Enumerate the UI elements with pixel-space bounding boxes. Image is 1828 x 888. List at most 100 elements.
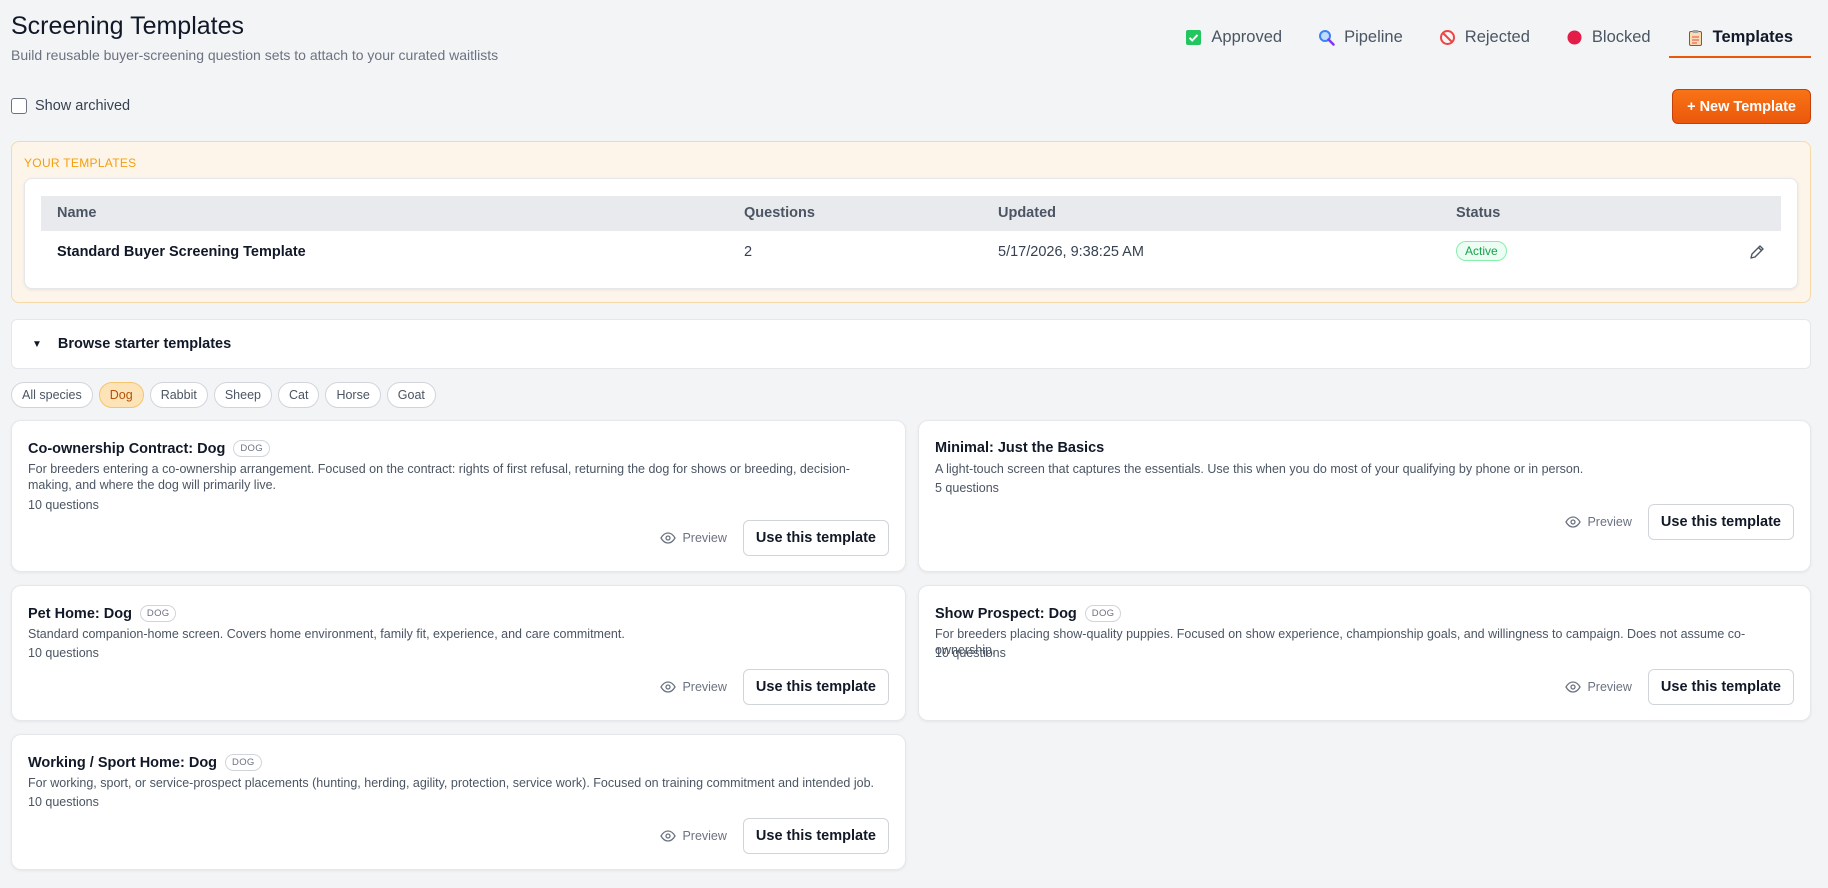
preview-button[interactable]: Preview (660, 531, 727, 545)
pencil-edit-icon[interactable] (1748, 243, 1766, 261)
preview-label: Preview (682, 680, 727, 694)
tab-label: Pipeline (1344, 27, 1403, 46)
card-question-count: 10 questions (28, 498, 99, 512)
card-title-text: Working / Sport Home: Dog (28, 754, 218, 771)
card-question-count: 5 questions (935, 481, 999, 495)
starter-template-card: Working / Sport Home: Dog DOG For workin… (11, 734, 906, 870)
section-label: YOUR TEMPLATES (24, 156, 137, 170)
use-template-button[interactable]: Use this template (1647, 669, 1794, 705)
new-template-button[interactable]: + New Template (1672, 89, 1811, 124)
use-template-button[interactable]: Use this template (742, 818, 889, 854)
card-question-count: 10 questions (28, 646, 99, 660)
template-name[interactable]: Standard Buyer Screening Template (57, 244, 306, 260)
caret-down-icon: ▼ (32, 338, 42, 350)
page-subtitle: Build reusable buyer-screening question … (11, 47, 499, 63)
use-template-button[interactable]: Use this template (1647, 504, 1794, 540)
tab-label: Rejected (1464, 27, 1530, 46)
card-title: Pet Home: Dog DOG (28, 605, 177, 622)
card-description: For working, sport, or service-prospect … (28, 776, 874, 790)
column-header-name: Name (57, 205, 97, 221)
prohibited-icon (1439, 29, 1455, 45)
starter-template-card: Co-ownership Contract: Dog DOG For breed… (11, 420, 906, 572)
preview-button[interactable]: Preview (660, 680, 727, 694)
preview-button[interactable]: Preview (660, 829, 727, 843)
column-header-updated: Updated (998, 205, 1056, 221)
species-badge: DOG (1084, 605, 1122, 622)
card-title-text: Minimal: Just the Basics (935, 440, 1105, 456)
tab-rejected[interactable]: Rejected (1421, 18, 1548, 58)
show-archived-label: Show archived (35, 98, 131, 114)
preview-label: Preview (1587, 680, 1632, 694)
column-header-status: Status (1456, 205, 1501, 221)
species-filter-chips: All species Dog Rabbit Sheep Cat Horse G… (11, 382, 436, 408)
preview-label: Preview (1587, 515, 1632, 529)
filter-chip-goat[interactable]: Goat (386, 382, 436, 408)
filter-chip-rabbit[interactable]: Rabbit (149, 382, 208, 408)
table-row[interactable]: Standard Buyer Screening Template 2 5/17… (41, 231, 1781, 273)
preview-button[interactable]: Preview (1565, 680, 1632, 694)
card-title: Working / Sport Home: Dog DOG (28, 754, 262, 771)
card-title-text: Pet Home: Dog (28, 605, 132, 622)
card-description: Standard companion-home screen. Covers h… (28, 627, 625, 641)
species-badge: DOG (139, 605, 177, 622)
red-circle-icon (1567, 30, 1582, 44)
question-count: 2 (744, 244, 753, 260)
card-actions: Preview Use this template (660, 520, 889, 556)
column-header-questions: Questions (744, 205, 815, 221)
your-templates-section: YOUR TEMPLATES Name Questions Updated St… (11, 141, 1811, 303)
preview-button[interactable]: Preview (1565, 515, 1632, 529)
screening-templates-page: Screening Templates Build reusable buyer… (11, 0, 1811, 888)
card-actions: Preview Use this template (660, 818, 889, 854)
tab-templates[interactable]: Templates (1668, 18, 1811, 58)
tab-blocked[interactable]: Blocked (1548, 18, 1669, 58)
starter-template-card: Show Prospect: Dog DOG For breeders plac… (918, 585, 1811, 721)
filter-chip-all-species[interactable]: All species (11, 382, 93, 408)
preview-label: Preview (682, 829, 727, 843)
magnifier-icon (1319, 29, 1335, 46)
starter-template-card: Minimal: Just the Basics A light-touch s… (918, 420, 1811, 572)
tab-label: Templates (1712, 27, 1793, 46)
updated-timestamp: 5/17/2026, 9:38:25 AM (998, 244, 1144, 260)
filter-chip-cat[interactable]: Cat (277, 382, 320, 408)
show-archived-toggle[interactable]: Show archived (11, 98, 130, 114)
tab-pipeline[interactable]: Pipeline (1300, 18, 1421, 58)
eye-icon (1565, 516, 1582, 528)
tab-approved[interactable]: Approved (1167, 18, 1300, 58)
your-templates-table: Name Questions Updated Status Standard B… (24, 178, 1798, 289)
card-description: A light-touch screen that captures the e… (935, 462, 1584, 476)
species-badge: DOG (225, 754, 262, 771)
card-actions: Preview Use this template (1565, 504, 1794, 540)
clipboard-icon (1688, 29, 1702, 46)
species-badge: DOG (233, 440, 270, 457)
card-title: Minimal: Just the Basics (935, 440, 1104, 456)
status-badge: Active (1456, 241, 1507, 261)
card-description: For breeders entering a co-ownership arr… (28, 462, 850, 492)
card-question-count: 10 questions (935, 646, 1006, 660)
card-description: For breeders placing show-quality puppie… (935, 627, 1746, 657)
card-title: Show Prospect: Dog DOG (935, 605, 1122, 622)
show-archived-checkbox[interactable] (11, 98, 27, 114)
eye-icon (660, 532, 677, 544)
status-tabs: Approved Pipeline Rejected Blocked Templ… (1167, 18, 1811, 58)
use-template-button[interactable]: Use this template (742, 520, 889, 556)
tab-label: Blocked (1591, 27, 1651, 46)
card-title-text: Co-ownership Contract: Dog (28, 440, 226, 457)
eye-icon (660, 681, 677, 693)
eye-icon (660, 830, 677, 842)
browse-label: Browse starter templates (57, 336, 232, 352)
filter-chip-sheep[interactable]: Sheep (213, 382, 272, 408)
card-title: Co-ownership Contract: Dog DOG (28, 440, 270, 457)
card-actions: Preview Use this template (1565, 669, 1794, 705)
table-header: Name Questions Updated Status (41, 196, 1781, 231)
card-actions: Preview Use this template (660, 669, 889, 705)
page-title: Screening Templates (11, 12, 245, 40)
starter-template-card: Pet Home: Dog DOG Standard companion-hom… (11, 585, 906, 721)
filter-chip-dog[interactable]: Dog (98, 382, 144, 408)
filter-chip-horse[interactable]: Horse (325, 382, 381, 408)
preview-label: Preview (682, 531, 727, 545)
browse-starter-templates-toggle[interactable]: ▼ Browse starter templates (11, 319, 1811, 369)
approved-check-icon (1186, 29, 1202, 45)
use-template-button[interactable]: Use this template (742, 669, 889, 705)
card-question-count: 10 questions (28, 795, 99, 809)
eye-icon (1565, 681, 1582, 693)
